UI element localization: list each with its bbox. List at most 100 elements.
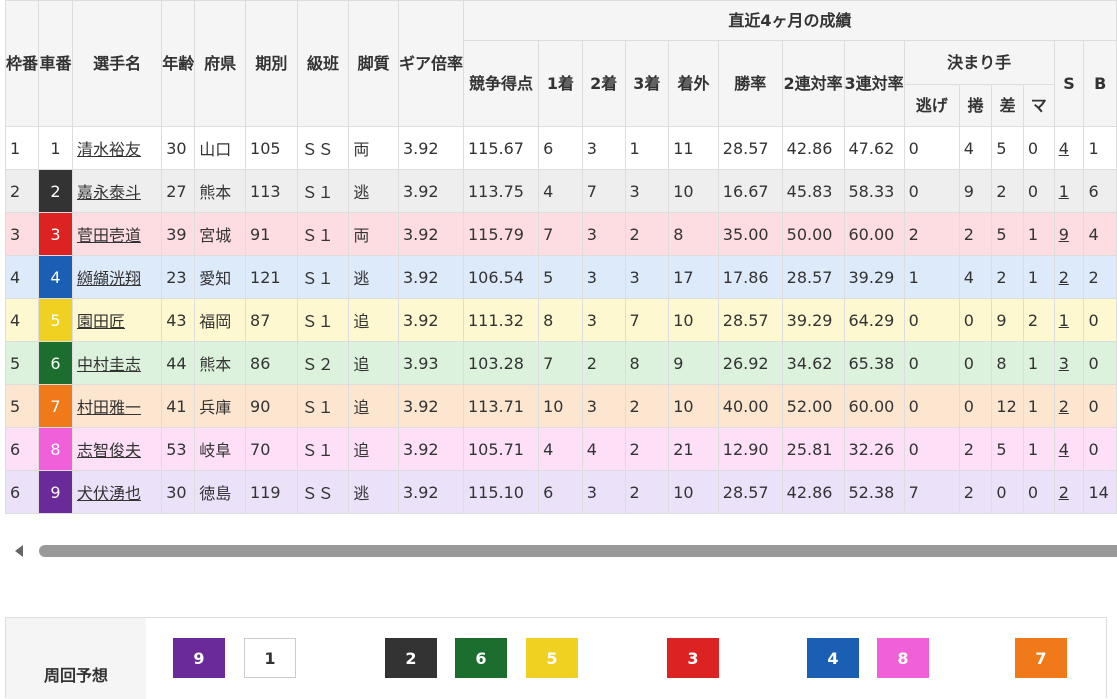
scrollbar-thumb[interactable] [39, 545, 1117, 557]
header-car-label: 車番 [39, 53, 72, 73]
cell-name: 志智俊夫 [71, 427, 163, 471]
header-out: 着外 [668, 40, 719, 127]
cell-waku: 4 [4, 298, 40, 342]
header-makuri: 捲 [958, 84, 993, 127]
cell-makuri: 4 [958, 255, 993, 299]
s-count-link[interactable]: 1 [1059, 311, 1069, 330]
cell-waku: 5 [4, 341, 40, 385]
cell-b: 14 [1083, 470, 1117, 514]
cell-gear: 3.93 [397, 341, 464, 385]
header-waku: 枠番 [4, 0, 40, 127]
table-row: 5 7 村田雅一 41 兵庫 90 Ｓ１ 追 3.92 113.71 10 3 2 10 40.00 52.0… [4, 384, 1117, 428]
cell-pref: 岐阜 [194, 427, 247, 471]
cell-gear: 3.92 [397, 255, 464, 299]
racer-table: 枠番 車番 選手名 年齢 府県 期別 級班 脚質 ギア倍率 直近4ヶ月の成績 競… [4, 0, 1117, 514]
table-row: 3 3 菅田壱道 39 宮城 91 Ｓ１ 両 3.92 115.79 7 3 2 8 35.00 50.00 6… [4, 212, 1117, 256]
cell-win: 12.90 [717, 427, 783, 471]
racer-name-link[interactable]: 園田匠 [77, 312, 125, 331]
cell-second: 3 [581, 298, 626, 342]
cell-waku: 3 [4, 212, 40, 256]
cell-third: 2 [624, 470, 670, 514]
cell-second: 2 [581, 341, 626, 385]
prediction-car-box: 3 [667, 638, 719, 678]
cell-leg: 追 [348, 384, 399, 428]
racer-name-link[interactable]: 清水裕友 [77, 140, 141, 159]
cell-age: 27 [161, 169, 196, 213]
cell-sashi: 12 [991, 384, 1024, 428]
cell-leg: 追 [348, 341, 399, 385]
cell-leg: 逃 [348, 470, 399, 514]
cell-class: Ｓ１ [296, 298, 350, 342]
cell-makuri: 0 [958, 298, 993, 342]
cell-waku: 2 [4, 169, 40, 213]
cell-class: Ｓ１ [296, 427, 350, 471]
s-count-link[interactable]: 3 [1059, 354, 1069, 373]
cell-third: 1 [624, 126, 670, 170]
cell-out: 11 [668, 126, 719, 170]
lap-prediction: 周回予想 91 265 3 48 7 [5, 617, 1107, 699]
cell-rate3: 52.38 [843, 470, 905, 514]
cell-win: 16.67 [717, 169, 783, 213]
cell-leg: 逃 [348, 169, 399, 213]
prediction-car-box: 4 [807, 638, 859, 678]
racer-name-link[interactable]: 村田雅一 [77, 398, 141, 417]
cell-makuri: 0 [958, 341, 993, 385]
cell-rate3: 39.29 [843, 255, 905, 299]
cell-score: 115.10 [462, 470, 540, 514]
s-count-link[interactable]: 4 [1059, 440, 1069, 459]
racer-name-link[interactable]: 纐纈洸翔 [77, 269, 141, 288]
scroll-left-arrow-icon[interactable] [15, 545, 23, 557]
cell-b: 0 [1083, 341, 1117, 385]
cell-car: 1 [38, 126, 73, 170]
cell-out: 21 [668, 427, 719, 471]
cell-age: 53 [161, 427, 196, 471]
header-kimarite: 決まり手 [903, 40, 1055, 85]
cell-pref: 徳島 [194, 470, 247, 514]
cell-sashi: 2 [991, 169, 1024, 213]
cell-out: 10 [668, 298, 719, 342]
header-rate3: 3連対率 [843, 40, 905, 127]
racer-name-link[interactable]: 中村圭志 [77, 355, 141, 374]
cell-first: 6 [538, 126, 583, 170]
cell-out: 10 [668, 384, 719, 428]
cell-term: 86 [245, 341, 298, 385]
horizontal-scrollbar[interactable] [12, 541, 1117, 561]
cell-age: 44 [161, 341, 196, 385]
cell-win: 35.00 [717, 212, 783, 256]
s-count-link[interactable]: 2 [1059, 397, 1069, 416]
cell-out: 10 [668, 169, 719, 213]
s-count-link[interactable]: 4 [1059, 139, 1069, 158]
cell-third: 7 [624, 298, 670, 342]
cell-out: 9 [668, 341, 719, 385]
cell-s: 3 [1053, 341, 1085, 385]
s-count-link[interactable]: 2 [1059, 268, 1069, 287]
racer-name-link[interactable]: 犬伏湧也 [77, 484, 141, 503]
table-row: 6 8 志智俊夫 53 岐阜 70 Ｓ１ 追 3.92 105.71 4 4 2 21 12.90 25.81… [4, 427, 1117, 471]
cell-rate3: 65.38 [843, 341, 905, 385]
cell-waku: 4 [4, 255, 40, 299]
s-count-link[interactable]: 1 [1059, 182, 1069, 201]
header-gear: ギア倍率 [397, 0, 464, 127]
cell-car: 2 [38, 169, 73, 213]
cell-rate3: 47.62 [843, 126, 905, 170]
table-row: 4 4 纐纈洸翔 23 愛知 121 Ｓ１ 逃 3.92 106.54 5 3 3 17 17.86 28.5… [4, 255, 1117, 299]
s-count-link[interactable]: 2 [1059, 483, 1069, 502]
cell-b: 1 [1083, 126, 1117, 170]
cell-rate2: 52.00 [781, 384, 845, 428]
table-row: 2 2 嘉永泰斗 27 熊本 113 Ｓ１ 逃 3.92 113.75 4 7 3 10 16.67 45.8… [4, 169, 1117, 213]
racer-name-link[interactable]: 菅田壱道 [77, 226, 141, 245]
prediction-car-box: 8 [877, 638, 929, 678]
s-count-link[interactable]: 9 [1059, 225, 1069, 244]
racer-name-link[interactable]: 嘉永泰斗 [77, 183, 141, 202]
cell-first: 5 [538, 255, 583, 299]
cell-gear: 3.92 [397, 169, 464, 213]
cell-rate2: 25.81 [781, 427, 845, 471]
cell-waku: 5 [4, 384, 40, 428]
cell-win: 40.00 [717, 384, 783, 428]
header-name: 選手名 [71, 0, 163, 127]
cell-car: 7 [38, 384, 73, 428]
racer-name-link[interactable]: 志智俊夫 [77, 441, 141, 460]
header-leg: 脚質 [348, 0, 399, 127]
cell-s: 1 [1053, 298, 1085, 342]
cell-car: 4 [38, 255, 73, 299]
